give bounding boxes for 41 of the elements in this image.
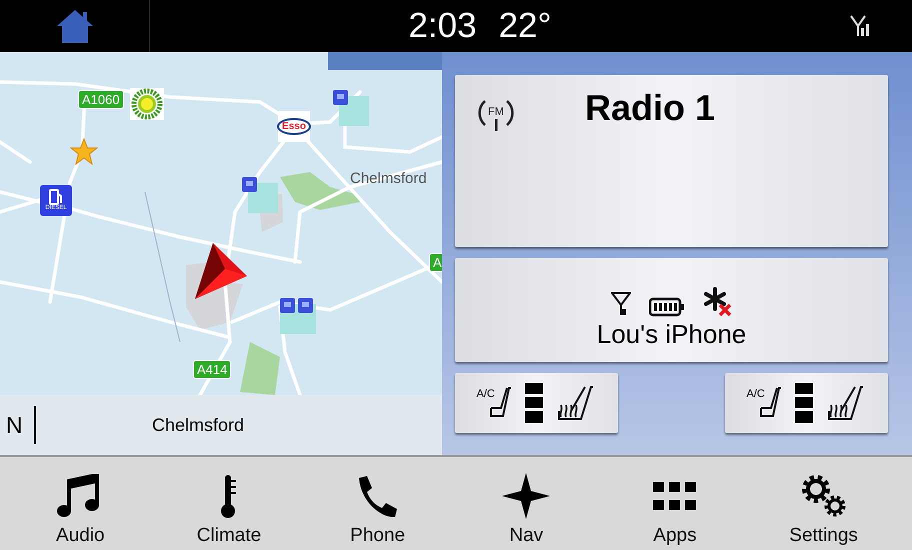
signal-icon — [850, 14, 870, 38]
seat-climate-button[interactable]: A/C — [725, 373, 888, 433]
compass-heading: N — [0, 406, 36, 444]
heat-level-bars-icon — [794, 383, 812, 423]
poi-icon[interactable] — [333, 90, 369, 126]
fuel-brand-marker[interactable]: Esso — [278, 111, 310, 142]
clock-time: 2:03 — [408, 6, 477, 46]
park-area — [240, 342, 280, 395]
flower-logo-icon[interactable] — [130, 88, 164, 120]
nav-tab[interactable]: Nav — [471, 457, 582, 550]
current-area-label: Chelmsford — [152, 414, 244, 436]
road-number-sign: A1060 — [78, 90, 124, 109]
home-icon[interactable] — [54, 8, 94, 44]
vehicle-position-arrow — [195, 243, 247, 300]
fuel-pump-icon — [49, 189, 63, 205]
phone-icon — [358, 474, 398, 518]
radio-source-button[interactable]: FM Radio 1 — [455, 75, 888, 247]
nav-tab[interactable]: Climate — [174, 457, 284, 550]
nav-tab[interactable]: Phone — [322, 457, 433, 550]
heat-level-bars-icon — [524, 383, 542, 423]
compass-star-icon — [502, 473, 550, 519]
nav-tab[interactable]: Audio — [25, 457, 136, 550]
nav-tab[interactable]: Settings — [768, 457, 879, 550]
settings-icon — [800, 474, 847, 518]
thermometer-icon — [220, 474, 238, 518]
road-number-sign: A414 — [193, 360, 232, 379]
battery-icon — [648, 297, 684, 317]
seat-climate-button[interactable]: A/C — [455, 373, 618, 433]
signal-icon — [610, 291, 630, 317]
outside-temperature: 22° — [498, 6, 552, 46]
star-icon[interactable] — [70, 138, 98, 165]
phone-device-button[interactable]: Lou's iPhone — [455, 258, 888, 362]
poi-icon[interactable] — [242, 177, 278, 213]
grid-icon — [652, 481, 698, 511]
nav-tab[interactable]: Apps — [620, 457, 730, 550]
town-label: Chelmsford — [350, 170, 427, 187]
ac-label: A/C — [746, 388, 765, 400]
poi-icon[interactable] — [280, 298, 316, 334]
brand-logo-label: Esso — [277, 118, 311, 135]
ac-label: A/C — [476, 388, 495, 400]
road-number-sign: A — [429, 253, 442, 272]
